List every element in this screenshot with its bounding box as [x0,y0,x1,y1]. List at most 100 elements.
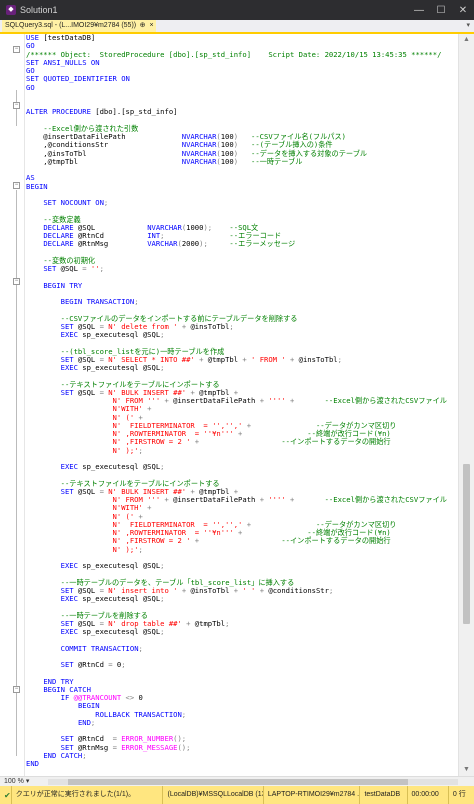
code-line[interactable]: SET QUOTED_IDENTIFIER ON [26,75,130,83]
code-line[interactable]: EXEC sp_executesql @SQL; [26,462,165,471]
collapse-icon[interactable]: − [13,182,20,189]
code-token: NVARCHAR [181,156,217,166]
scroll-up-icon[interactable]: ▲ [459,34,474,46]
collapse-icon[interactable]: − [13,686,20,693]
tab-sqlquery3[interactable]: SQLQuery3.sql - (L...IMOI29¥m2784 (55)) … [2,20,156,32]
code-line[interactable]: GO [26,82,35,92]
vertical-scrollbar[interactable]: ▲ ▼ [458,34,474,776]
code-line[interactable]: EXEC sp_executesql @SQL; [26,627,165,636]
code-line[interactable]: ,@tmpTbl NVARCHAR(100) --一時テーブル [26,156,302,166]
code-token: END [26,759,39,768]
scroll-down-icon[interactable]: ▼ [459,764,474,776]
code-line[interactable]: BEGIN TRANSACTION; [26,298,139,306]
collapse-icon[interactable]: − [13,102,20,109]
code-token: --エラーメッセージ [229,239,296,249]
code-token: 100 [220,156,234,166]
code-token: EXEC [60,363,78,372]
tab-list-dropdown-icon[interactable]: ▾ [466,20,470,32]
minimize-icon[interactable]: — [408,5,430,16]
collapse-icon[interactable]: − [13,278,20,285]
code-token: '''' [268,495,286,504]
code-line[interactable]: N' );'; [26,445,143,455]
code-token: COMMIT TRANSACTION [60,643,139,653]
status-elapsed: 00:00:00 [406,786,448,804]
close-tab-icon[interactable]: × [147,20,156,32]
code-token: GO [26,82,35,92]
code-token: @tmpTbl [190,618,226,628]
code-token: sp_executesql @SQL [77,627,161,636]
zoom-level[interactable]: 100 % ▾ [4,778,29,786]
code-line[interactable]: BEGIN [26,182,48,191]
code-line[interactable]: COMMIT TRANSACTION; [26,643,143,653]
code-token: @insToTbl [186,585,234,595]
code-token: ; [160,330,165,339]
code-token: EXEC [60,561,78,570]
code-token: + [147,404,152,414]
code-line[interactable]: USE [testDataDB] [26,34,95,42]
code-line[interactable]: DECLARE @RtnMsg VARCHAR(2000); --エラーメッセー… [26,240,295,248]
horizontal-scrollbar[interactable] [48,779,458,785]
code-token: DECLARE [43,239,74,249]
code-token: ; [160,363,165,372]
window-title: Solution1 [20,5,58,15]
code-line[interactable]: EXEC sp_executesql @SQL; [26,561,165,570]
window-title-bar: ◆ Solution1 — ☐ ✕ [0,0,474,20]
code-token: 0 [134,693,143,702]
code-line[interactable]: SET @SQL = ''; [26,265,104,273]
code-token: BEGIN TRANSACTION [60,297,135,306]
code-token: --Excel側から渡されたCSVファイル [324,396,447,405]
code-line[interactable]: EXEC sp_executesql @SQL; [26,363,165,372]
code-line[interactable]: N' );'; [26,545,143,554]
document-tab-strip: SQLQuery3.sql - (L...IMOI29¥m2784 (55)) … [0,20,474,34]
maximize-icon[interactable]: ☐ [430,5,452,16]
code-token: <> [125,693,135,702]
collapse-icon[interactable]: − [13,46,20,53]
code-line[interactable]: SET @RtnCd = 0; [26,661,126,669]
code-token: @conditionsStr [264,585,329,595]
code-line[interactable]: END [26,760,39,768]
code-line[interactable]: SET ANSI_NULLS ON [26,58,100,67]
code-token: VARCHAR [147,239,178,249]
code-token: ALTER PROCEDURE [26,107,96,117]
code-token: @insertDataFilePath [168,495,260,504]
code-token: ; [138,445,143,455]
status-message: クエリが正常に実行されました(1/1)。 [10,786,163,804]
chevron-down-icon[interactable]: ▾ [26,778,30,785]
code-line[interactable]: EXEC sp_executesql @SQL; [26,594,165,603]
code-token: ; [229,321,234,331]
code-token: + [147,503,152,513]
code-token: ; [134,297,139,306]
code-token: EXEC [60,627,78,636]
code-token: SET QUOTED_IDENTIFIER ON [26,74,130,84]
scroll-thumb[interactable] [463,464,470,624]
status-database: testDataDB [359,786,406,804]
horizontal-scroll-thumb[interactable] [68,779,408,785]
query-editor[interactable]: − − − − − USE [testDataDB] GO/****** Obje… [0,34,474,776]
code-line[interactable]: BEGIN TRY [26,281,82,290]
code-token: ,@tmpTbl [26,156,182,166]
code-token: ; [160,594,165,603]
code-line[interactable]: SET NOCOUNT ON; [26,199,108,207]
code-token: sp_executesql @SQL [77,462,161,471]
code-token: ; [138,643,143,653]
code-token: '' [90,264,100,273]
code-token: END [77,717,91,727]
code-token: sp_executesql @SQL [77,363,161,372]
code-line[interactable]: EXEC sp_executesql @SQL; [26,330,165,339]
code-line[interactable]: END; [26,717,95,727]
close-window-icon[interactable]: ✕ [452,5,474,16]
pin-icon[interactable]: ⊕ [138,20,147,32]
ssms-app-icon: ◆ [6,5,16,15]
code-token: @insertDataFilePath [168,396,260,405]
code-line[interactable]: ALTER PROCEDURE [dbo].[sp_std_info] [26,108,177,116]
code-area[interactable]: USE [testDataDB] GO/****** Object: Stored… [26,34,458,776]
